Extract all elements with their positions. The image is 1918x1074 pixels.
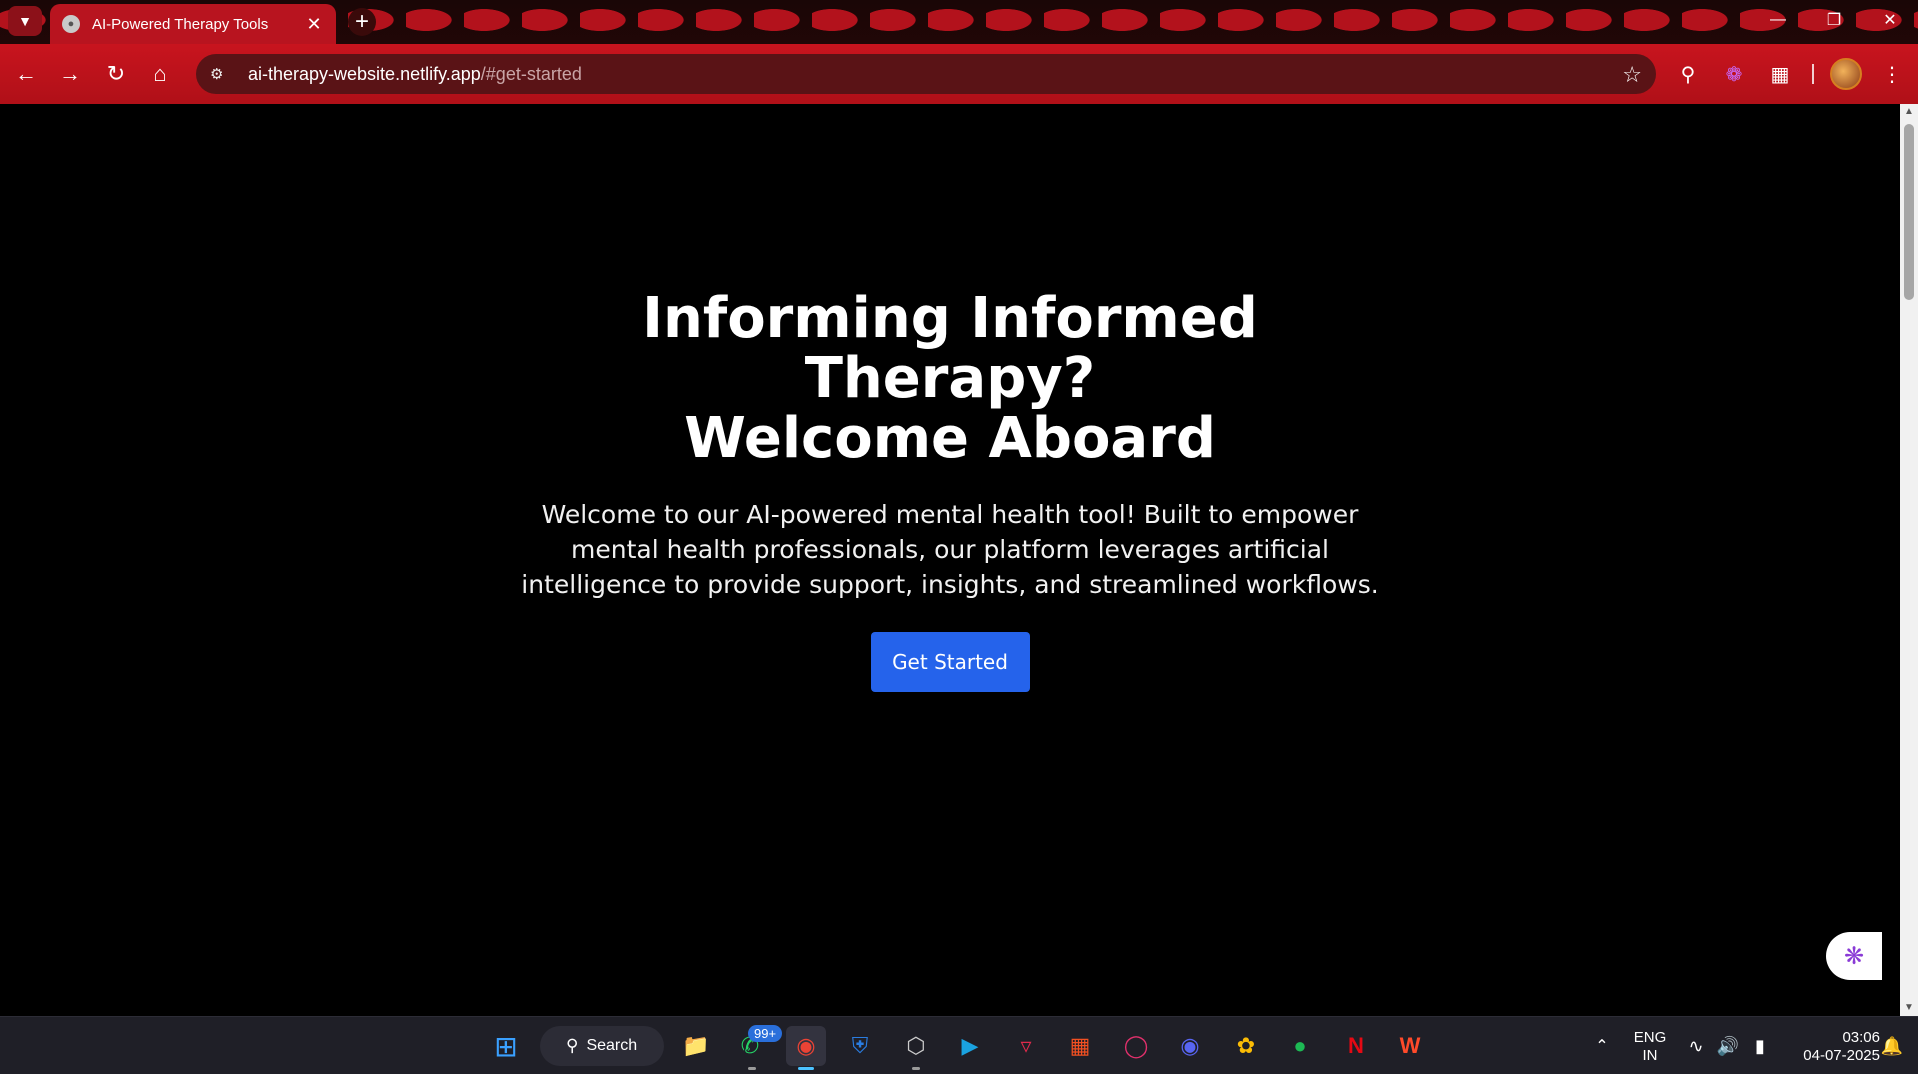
hero-section: Informing Informed Therapy? Welcome Aboa…: [0, 104, 1900, 1016]
close-tab-icon[interactable]: ✕: [304, 14, 324, 35]
instagram-icon[interactable]: ◯: [1116, 1026, 1156, 1066]
brain-icon: ❋: [1843, 942, 1865, 970]
windows-start-icon[interactable]: ⊞: [486, 1026, 526, 1066]
minimize-button[interactable]: —: [1750, 0, 1806, 40]
google-photos-icon[interactable]: ✿: [1226, 1026, 1266, 1066]
ai-extension-icon[interactable]: ❁: [1718, 58, 1750, 90]
show-hidden-icons-chevron-icon[interactable]: ⌃: [1582, 1026, 1622, 1066]
spotify-icon[interactable]: ●: [1280, 1026, 1320, 1066]
notification-bell-icon[interactable]: 🔔: [1872, 1026, 1912, 1066]
netflix-icon[interactable]: N: [1336, 1026, 1376, 1066]
new-tab-button[interactable]: +: [348, 8, 376, 36]
url-path: /#get-started: [480, 63, 582, 84]
scroll-down-arrow-icon[interactable]: ▼: [1900, 1000, 1918, 1016]
clock[interactable]: 03:06 04-07-2025: [1784, 1029, 1880, 1065]
battery-icon[interactable]: ▮: [1740, 1026, 1780, 1066]
windows-security-icon[interactable]: ⛨: [840, 1026, 880, 1066]
chrome-running-indicator: [798, 1067, 814, 1070]
restore-button[interactable]: ❐: [1806, 0, 1862, 40]
windows-taskbar: ⊞ ⚲ Search 📁 ✆ 99+ ◉ ⛨ ⬡ ▶ ▿ ▦ ◯ ◉ ✿ ● N…: [0, 1016, 1918, 1074]
url-host: ai-therapy-website.netlify.app: [248, 63, 481, 84]
vivaldi-icon[interactable]: ▿: [1006, 1026, 1046, 1066]
scroll-up-arrow-icon[interactable]: ▲: [1900, 104, 1918, 120]
file-explorer-icon[interactable]: 📁: [676, 1026, 716, 1066]
chevron-down-icon: ▼: [18, 13, 32, 29]
arrow-left-icon: ←: [15, 61, 37, 86]
close-window-button[interactable]: ✕: [1862, 0, 1918, 40]
whatsapp-badge: 99+: [748, 1025, 783, 1042]
arrow-right-icon: →: [59, 61, 81, 86]
profile-avatar[interactable]: [1830, 58, 1862, 90]
globe-icon: ●: [62, 15, 80, 33]
bookmark-star-icon[interactable]: ☆: [1622, 62, 1642, 88]
tab-title: AI-Powered Therapy Tools: [92, 15, 269, 33]
discord-icon[interactable]: ◉: [1170, 1026, 1210, 1066]
forward-button[interactable]: →: [52, 56, 88, 92]
language-line2: IN: [1642, 1047, 1658, 1064]
tab-search-button[interactable]: ▼: [8, 6, 42, 36]
prime-video-icon[interactable]: ▶: [950, 1026, 990, 1066]
search-extension-icon[interactable]: ⚲: [1672, 58, 1704, 90]
app-cube-icon[interactable]: ⬡: [896, 1026, 936, 1066]
taskbar-search[interactable]: ⚲ Search: [540, 1026, 664, 1066]
tab-strip: ▼ ● AI-Powered Therapy Tools ✕ + — ❐ ✕: [0, 0, 1918, 44]
language-indicator[interactable]: ENG IN: [1630, 1029, 1670, 1065]
page-scrollbar[interactable]: ▲ ▼: [1900, 104, 1918, 1016]
reload-icon: ↻: [106, 61, 126, 86]
app-running-indicator: [912, 1067, 920, 1070]
taskbar-search-label: Search: [586, 1037, 638, 1054]
chrome-icon[interactable]: ◉: [786, 1026, 826, 1066]
menu-kebab-icon[interactable]: ⋮: [1876, 58, 1908, 90]
browser-chrome: ▼ ● AI-Powered Therapy Tools ✕ + — ❐ ✕ ←…: [0, 0, 1918, 104]
extensions-puzzle-icon[interactable]: ▦: [1764, 58, 1796, 90]
home-icon: ⌂: [153, 61, 167, 86]
wps-office-icon[interactable]: W: [1390, 1026, 1430, 1066]
clock-date: 04-07-2025: [1803, 1047, 1880, 1064]
microsoft-store-icon[interactable]: ▦: [1060, 1026, 1100, 1066]
whatsapp-running-indicator: [748, 1067, 756, 1070]
toolbar-divider: [1812, 64, 1814, 84]
browser-tab-active[interactable]: ● AI-Powered Therapy Tools ✕: [50, 4, 336, 44]
home-button[interactable]: ⌂: [142, 56, 178, 92]
language-line1: ENG: [1633, 1029, 1667, 1046]
hero-title: Informing Informed Therapy? Welcome Aboa…: [500, 285, 1400, 471]
scrollbar-thumb[interactable]: [1904, 124, 1914, 300]
window-controls: — ❐ ✕: [1750, 0, 1918, 40]
hero-title-line1: Informing Informed Therapy?: [642, 285, 1258, 411]
back-button[interactable]: ←: [8, 56, 44, 92]
get-started-button[interactable]: Get Started: [870, 631, 1030, 692]
reload-button[interactable]: ↻: [98, 56, 134, 92]
browser-toolbar: ← → ↻ ⌂ ⚙ ai-therapy-website.netlify.app…: [0, 44, 1918, 104]
hero-title-line2: Welcome Aboard: [684, 405, 1216, 471]
hero-description: Welcome to our AI-powered mental health …: [521, 499, 1379, 599]
search-icon: ⚲: [566, 1036, 579, 1055]
page-viewport: Informing Informed Therapy? Welcome Aboa…: [0, 104, 1900, 1016]
address-bar[interactable]: ⚙ ai-therapy-website.netlify.app /#get-s…: [196, 54, 1656, 94]
site-settings-icon[interactable]: ⚙: [210, 65, 232, 83]
floating-assistant-button[interactable]: ❋: [1826, 932, 1882, 980]
